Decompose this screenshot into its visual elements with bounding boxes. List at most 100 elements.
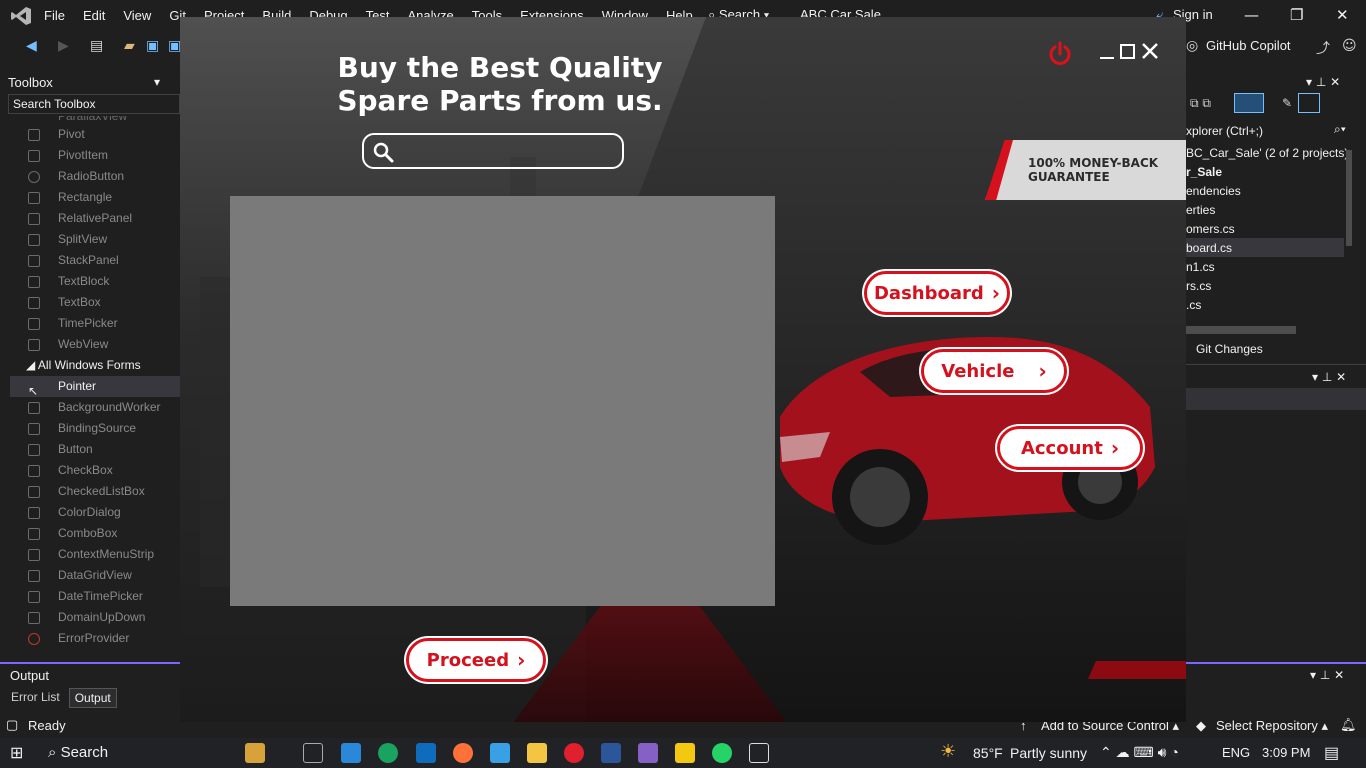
toolbox-item[interactable]: CheckedListBox [10, 481, 180, 502]
taskbar-search[interactable]: ⌕ Search [40, 741, 240, 765]
panel-controls-icon[interactable]: ▾ ⊥ ✕ [1310, 668, 1344, 682]
remote-desktop-icon[interactable] [490, 743, 510, 763]
tab-error-list[interactable]: Error List [6, 688, 65, 708]
solution-item[interactable]: r_Sale [1186, 165, 1222, 179]
toolbox-item[interactable]: SplitView [10, 229, 180, 250]
pointer-icon: ↖ [28, 384, 39, 398]
toolbox-item[interactable]: Pivot [10, 124, 180, 145]
solution-item[interactable]: BC_Car_Sale' (2 of 2 projects) [1186, 146, 1348, 160]
tab-output[interactable]: Output [68, 688, 117, 708]
tray-icons[interactable]: ⌃ ☁ ⌨ 🔊︎ ◔ [1100, 744, 1179, 761]
toolbox-item[interactable]: ColorDialog [10, 502, 180, 523]
solution-item[interactable]: omers.cs [1186, 222, 1235, 236]
preview-icon[interactable] [1298, 93, 1320, 113]
open-folder-icon[interactable]: ▰ [124, 38, 135, 54]
solution-item[interactable]: n1.cs [1186, 260, 1215, 274]
action-center-icon[interactable]: ▤ [1324, 743, 1339, 763]
toolbox-item[interactable]: ParallaxView [10, 116, 180, 124]
visual-studio-icon[interactable] [638, 743, 658, 763]
weather-icon: ☀ [940, 741, 957, 761]
sync-icon[interactable] [1234, 93, 1264, 113]
language-indicator[interactable]: ENG [1222, 745, 1250, 760]
solution-item[interactable]: endencies [1186, 184, 1241, 198]
git-changes-tab[interactable]: Git Changes [1196, 342, 1263, 356]
new-project-icon[interactable]: ▤ [90, 38, 103, 54]
save-icon[interactable]: ▣ [146, 38, 159, 54]
dashboard-button[interactable]: Dashboard › [864, 271, 1010, 315]
toolbox-item[interactable]: BindingSource [10, 418, 180, 439]
mail-icon[interactable] [416, 743, 436, 763]
app-icon[interactable] [675, 743, 695, 763]
solution-item[interactable]: erties [1186, 203, 1215, 217]
toolbox-item[interactable]: TextBlock [10, 271, 180, 292]
minimize-icon[interactable] [1097, 41, 1117, 61]
opera-icon[interactable] [564, 743, 584, 763]
close-icon[interactable] [1140, 41, 1160, 61]
vs-minimize-button[interactable]: — [1244, 6, 1259, 24]
solution-item[interactable]: rs.cs [1186, 279, 1211, 293]
github-copilot-button[interactable]: GitHub Copilot [1206, 38, 1291, 53]
toolbox-group-header[interactable]: ◢ All Windows Forms [10, 355, 180, 376]
windows-start-icon[interactable]: ⊞ [10, 743, 23, 763]
menu-file[interactable]: File [44, 8, 65, 23]
control-icon [28, 507, 40, 519]
toolbox-item[interactable]: TextBox [10, 292, 180, 313]
solution-search-input[interactable]: xplorer (Ctrl+;) [1186, 124, 1263, 138]
content-panel[interactable] [230, 196, 775, 606]
select-repository[interactable]: Select Repository ▴ [1216, 718, 1328, 734]
clock[interactable]: 3:09 PM [1262, 745, 1310, 760]
properties-dropdown[interactable] [1186, 388, 1366, 410]
toolbox-item[interactable]: WebView [10, 334, 180, 355]
toolbox-item[interactable]: ComboBox [10, 523, 180, 544]
account-button[interactable]: Account › [997, 426, 1143, 470]
toolbox-item[interactable]: Button [10, 439, 180, 460]
share-icon[interactable]: ⤴ [1316, 38, 1330, 58]
toolbox-item[interactable]: TimePicker [10, 313, 180, 334]
toolbox-item[interactable]: Rectangle [10, 187, 180, 208]
panel-controls-icon[interactable]: ▾ ⊥ ✕ [1312, 370, 1346, 384]
toolbox-item[interactable]: CheckBox [10, 460, 180, 481]
horizontal-scrollbar[interactable] [1186, 326, 1296, 334]
firefox-icon[interactable] [453, 743, 473, 763]
menu-view[interactable]: View [123, 8, 151, 23]
whatsapp-icon[interactable] [712, 743, 732, 763]
power-icon[interactable] [1047, 41, 1073, 67]
toolbox-dropdown-icon[interactable]: ▾ [154, 75, 160, 89]
task-view-icon[interactable] [303, 743, 323, 763]
forward-icon[interactable]: ▶ [58, 38, 69, 54]
toolbox-item[interactable]: PivotItem [10, 145, 180, 166]
back-icon[interactable]: ◀ [26, 38, 37, 54]
vs-restore-button[interactable]: ❐ [1290, 6, 1303, 24]
vehicle-button[interactable]: Vehicle › [921, 349, 1067, 393]
properties-icon[interactable]: ✎ [1282, 96, 1292, 110]
edge-icon[interactable] [378, 743, 398, 763]
microsoft-store-icon[interactable] [341, 743, 361, 763]
word-icon[interactable] [601, 743, 621, 763]
collapse-icon[interactable]: ⧉ ⧉ [1190, 96, 1211, 111]
notifications-icon[interactable]: 🔔︎ [1340, 717, 1357, 733]
toolbox-item[interactable]: StackPanel [10, 250, 180, 271]
status-ready: Ready [28, 718, 66, 733]
vertical-scrollbar[interactable] [1346, 150, 1352, 246]
toolbox-search-input[interactable]: Search Toolbox [8, 94, 180, 114]
window-switch-icon[interactable] [749, 743, 769, 763]
toolbox-item[interactable]: ↖ Pointer [10, 376, 180, 398]
toolbox-item[interactable]: ContextMenuStrip [10, 544, 180, 565]
panel-controls-icon[interactable]: ▾ ⊥ ✕ [1306, 75, 1340, 89]
toolbox-item[interactable]: RelativePanel [10, 208, 180, 229]
feedback-icon[interactable]: ☺ [1342, 38, 1357, 54]
solution-item[interactable]: .cs [1186, 298, 1201, 312]
toolbox-item[interactable]: ErrorProvider [10, 628, 180, 649]
toolbox-item[interactable]: DataGridView [10, 565, 180, 586]
toolbox-item[interactable]: BackgroundWorker [10, 397, 180, 418]
vs-close-button[interactable]: ✕ [1336, 6, 1349, 24]
proceed-button[interactable]: Proceed › [406, 638, 546, 682]
toolbox-item[interactable]: RadioButton [10, 166, 180, 187]
product-search-input[interactable] [362, 133, 624, 169]
toolbox-item[interactable]: DomainUpDown [10, 607, 180, 628]
maximize-icon[interactable] [1118, 41, 1138, 61]
solution-item[interactable]: board.cs [1186, 241, 1232, 255]
file-explorer-icon[interactable] [527, 743, 547, 763]
menu-edit[interactable]: Edit [83, 8, 105, 23]
toolbox-item[interactable]: DateTimePicker [10, 586, 180, 607]
